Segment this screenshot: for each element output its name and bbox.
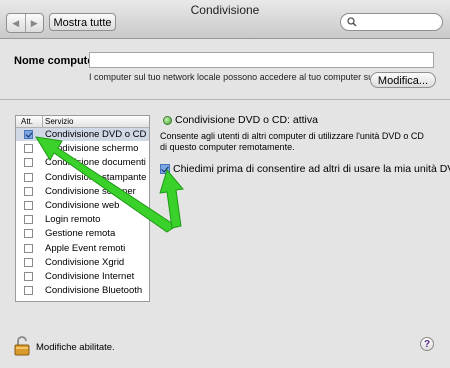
header-on[interactable]: Att. [21, 116, 33, 127]
service-row[interactable]: Condivisione Xgrid [16, 256, 149, 269]
service-label[interactable]: Condivisione scanner [45, 185, 136, 198]
service-checkbox[interactable] [24, 257, 33, 267]
service-row[interactable]: Condivisione Bluetooth [16, 284, 149, 297]
service-checkbox[interactable] [24, 172, 33, 182]
service-row[interactable]: Gestione remota [16, 227, 149, 240]
ask-before-label[interactable]: Chiedimi prima di consentire ad altri di… [173, 163, 450, 175]
computer-name-info: I computer sul tuo network locale posson… [89, 72, 376, 82]
header-service[interactable]: Servizio [45, 116, 73, 127]
service-checkbox[interactable] [24, 201, 33, 210]
service-label[interactable]: Login remoto [45, 213, 100, 226]
service-row[interactable]: Condivisione DVD o CD [16, 128, 149, 141]
modify-button[interactable]: Modifica... [370, 72, 436, 88]
forward-arrow-icon[interactable]: ▶ [26, 14, 44, 32]
service-checkbox[interactable] [24, 272, 33, 281]
service-row[interactable]: Condivisione documenti [16, 156, 149, 169]
service-label[interactable]: Gestione remota [45, 227, 115, 240]
service-label[interactable]: Condivisione schermo [45, 142, 138, 155]
service-checkbox[interactable] [24, 186, 33, 196]
service-row[interactable]: Condivisione schermo [16, 142, 149, 155]
search-icon [347, 17, 357, 27]
service-label[interactable]: Condivisione Xgrid [45, 256, 124, 269]
service-row[interactable]: Apple Event remoti [16, 242, 149, 255]
service-checkbox[interactable] [24, 243, 33, 253]
header-divider [42, 116, 43, 127]
nav-buttons: ◀ ▶ [6, 13, 44, 33]
lock-icon[interactable] [14, 336, 30, 356]
service-checkbox[interactable] [24, 144, 33, 154]
help-button[interactable]: ? [420, 337, 434, 351]
service-row[interactable]: Condivisione Internet [16, 270, 149, 283]
service-row[interactable]: Condivisione stampante [16, 171, 149, 184]
service-label[interactable]: Condivisione Bluetooth [45, 284, 142, 297]
service-checkbox[interactable] [24, 158, 33, 168]
service-description: Consente agli utenti di altri computer d… [160, 131, 424, 152]
show-all-button[interactable]: Mostra tutte [49, 13, 116, 31]
service-label[interactable]: Condivisione stampante [45, 171, 146, 184]
service-checkbox[interactable] [24, 130, 33, 139]
service-label[interactable]: Apple Event remoti [45, 242, 125, 255]
divider [0, 99, 450, 100]
services-list-header: Att. Servizio [16, 116, 149, 128]
services-list[interactable]: Att. Servizio Condivisione DVD o CD Condi… [15, 115, 150, 302]
service-checkbox[interactable] [24, 215, 33, 225]
back-arrow-icon[interactable]: ◀ [7, 14, 26, 32]
service-label[interactable]: Condivisione DVD o CD [45, 128, 146, 141]
service-row[interactable]: Login remoto [16, 213, 149, 226]
service-status: Condivisione DVD o CD: attiva [175, 114, 318, 126]
service-checkbox[interactable] [24, 229, 33, 239]
service-label[interactable]: Condivisione documenti [45, 156, 146, 169]
lock-status-label: Modifiche abilitate. [36, 342, 115, 353]
service-row[interactable]: Condivisione scanner [16, 185, 149, 198]
service-label[interactable]: Condivisione web [45, 199, 119, 212]
service-checkbox[interactable] [24, 286, 33, 296]
service-label[interactable]: Condivisione Internet [45, 270, 134, 283]
computer-name-input[interactable] [89, 52, 434, 68]
search-field[interactable] [340, 13, 443, 31]
status-indicator-icon [163, 116, 172, 125]
ask-before-checkbox[interactable] [160, 164, 170, 174]
title-bar: Condivisione ◀ ▶ Mostra tutte [0, 0, 450, 39]
service-row[interactable]: Condivisione web [16, 199, 149, 212]
